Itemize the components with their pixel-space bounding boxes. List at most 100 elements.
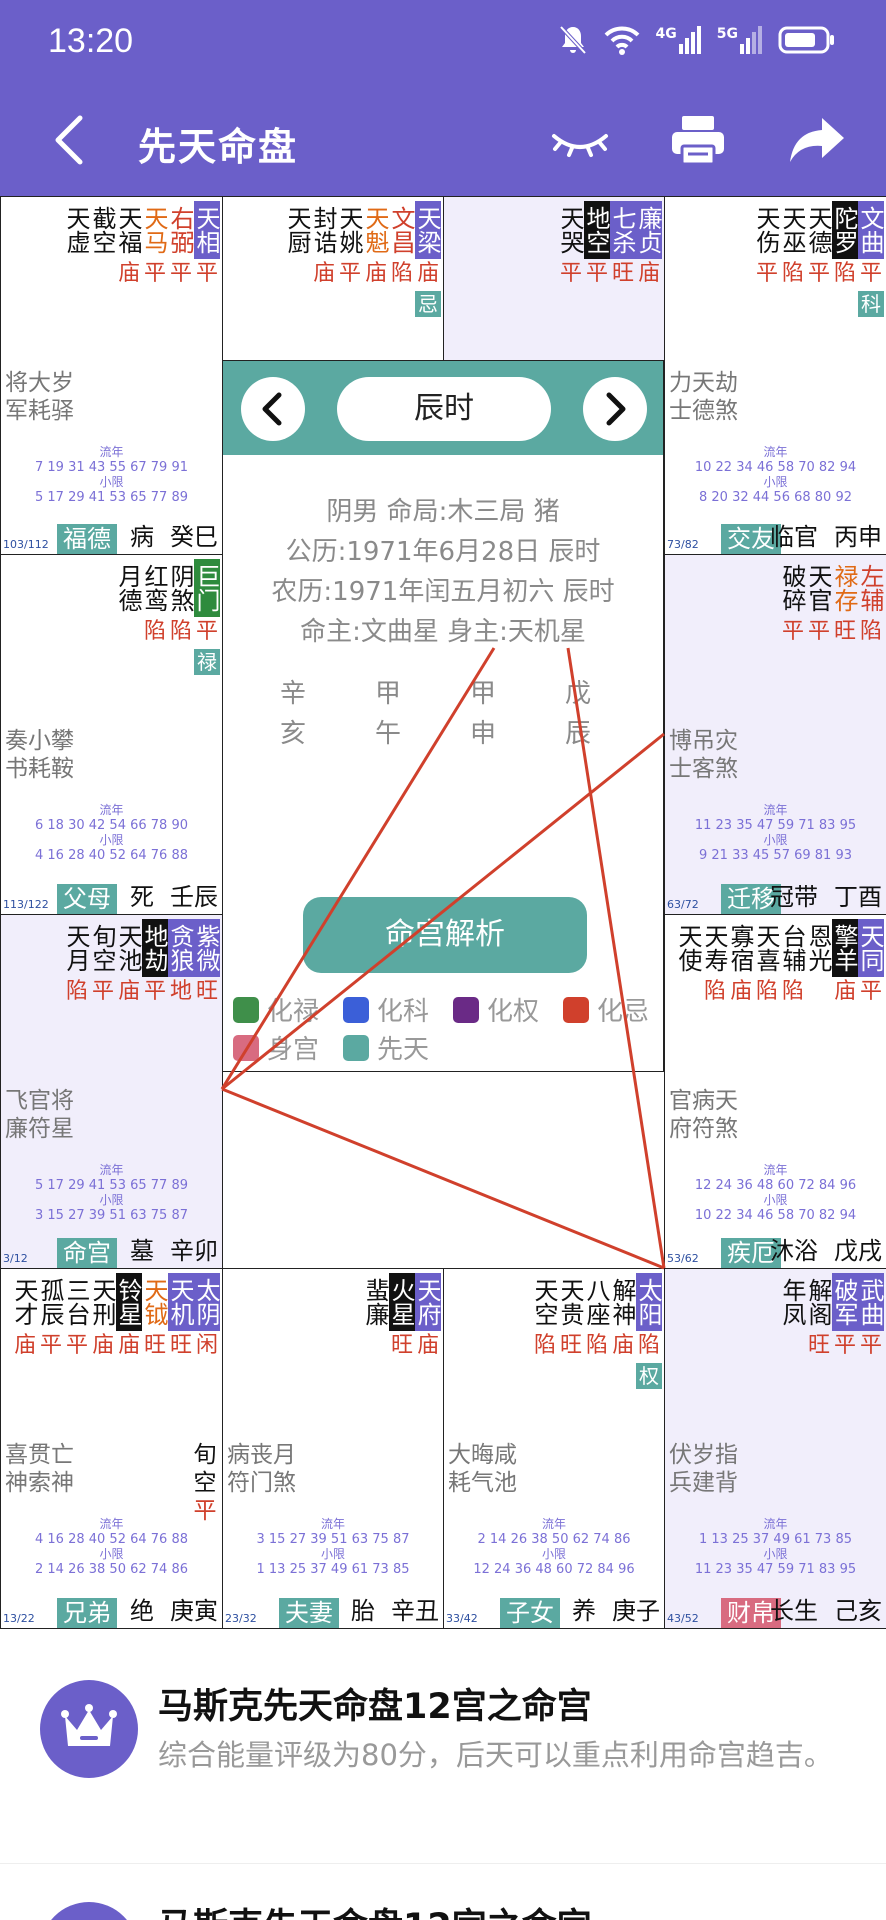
palace-zi[interactable]: 太阳陷权解神庙八座陷天贵旺天空陷大晦咸 耗气池 流年 2 14 26 38 50 62…	[443, 1268, 665, 1629]
palace-name[interactable]: 福德	[57, 524, 117, 554]
xiaoxian-label: 小限	[763, 475, 788, 489]
back-arrow-icon[interactable]	[46, 112, 96, 168]
star-brightness: 陷	[781, 979, 804, 1004]
star-brightness: 旺	[169, 1333, 192, 1358]
liunian: 12 24 36 48 60 72 84 96	[694, 1178, 857, 1193]
xiaoxian-label: 小限	[763, 1193, 788, 1207]
star-list: 天同平擎羊庙恩光 台辅陷天喜陷寡宿庙天寿陷天使	[674, 919, 884, 1007]
xiaoxian-label: 小限	[99, 833, 124, 847]
hour-label[interactable]: 辰时	[337, 377, 551, 441]
liunian-label: 流年	[99, 445, 124, 459]
share-icon[interactable]	[784, 112, 848, 168]
liunian-label: 流年	[763, 1517, 788, 1531]
liunian-block: 流年 7 19 31 43 55 67 79 91 小限 5 17 29 41 53 …	[1, 445, 222, 505]
age-range: 3/12	[3, 1252, 28, 1265]
star-brightness: 庙	[416, 261, 439, 286]
star-brightness: 陷	[833, 261, 856, 286]
xiaoxian-label: 小限	[763, 1547, 788, 1561]
xun-kong-mark: 旬空平	[192, 1441, 218, 1525]
card-title: 马斯克先天命盘12宫之命宫	[158, 1687, 592, 1727]
liunian: 10 22 34 46 58 70 82 94	[694, 460, 857, 475]
star: 天府庙	[413, 1273, 441, 1361]
liunian: 11 23 35 47 59 71 83 95	[694, 818, 857, 833]
palace-footer: 113/122 父母死壬辰	[1, 883, 222, 914]
god-line: 博吊灾	[669, 728, 738, 754]
palace-name[interactable]: 命宫	[57, 1238, 117, 1268]
star-brightness: 平	[859, 261, 882, 286]
god-line: 符门煞	[227, 1470, 296, 1496]
palace-ganzhi: 丁酉	[834, 883, 882, 911]
star-brightness: 地	[169, 979, 192, 1004]
crown-badge	[40, 1680, 138, 1778]
legend-huaji: 化忌	[563, 991, 649, 1028]
legend-swatch	[233, 996, 259, 1023]
ming-shen-line: 命主:文曲星 身主:天机星	[300, 617, 586, 647]
star-brightness: 平	[65, 1333, 88, 1358]
chevron-left-icon	[262, 392, 282, 426]
star-transform-badge: 科	[858, 291, 884, 317]
xiaoxian: 12 24 36 48 60 72 84 96	[473, 1562, 635, 1577]
star: 文曲平科	[856, 201, 884, 317]
palace-ganzhi: 丙申	[834, 523, 882, 551]
star-brightness: 陷	[585, 1333, 608, 1358]
palace-analysis-button[interactable]: 命宫解析	[303, 897, 587, 973]
palace-si[interactable]: 天相平右弼平天马平天福庙截空 天虚 将大岁 军耗驿 流年 7 19 31 43 55 67…	[0, 196, 223, 555]
palace-mao[interactable]: 紫微旺贪狼地地劫平天池庙旬空平天月陷飞官将 廉符星 流年 5 17 29 41 53 …	[0, 914, 223, 1269]
palace-hai[interactable]: 武曲平破军平解阁旺年凤 伏岁指 兵建背 流年 1 13 25 37 49 61 73 8…	[664, 1268, 886, 1629]
god-line: 官病天	[669, 1088, 738, 1114]
changsheng-stage: 绝	[130, 1597, 154, 1625]
star-brightness: 陷	[390, 261, 413, 286]
card-description: 综合能量评级为80分，后天可以重点利用命宫趋吉。	[158, 1738, 833, 1772]
legend-swatch	[233, 1034, 259, 1061]
palace-chen[interactable]: 巨门平禄阴煞陷红鸾陷月德 奏小攀 书耗鞍 流年 6 18 30 42 54 66 78 …	[0, 554, 223, 915]
god-line: 大晦咸	[448, 1442, 517, 1468]
palace-xu[interactable]: 天同平擎羊庙恩光 台辅陷天喜陷寡宿庙天寿陷天使 官病天 府符煞 流年 12 24 36 4…	[664, 914, 886, 1269]
liunian-block: 流年 3 15 27 39 51 63 75 87 小限 1 13 25 37 49 …	[223, 1517, 443, 1577]
changsheng-stage: 墓	[130, 1237, 154, 1265]
second-card-title: 马斯克先天命盘12宫之命宫	[158, 1898, 592, 1920]
printer-icon[interactable]	[666, 112, 730, 168]
palace-ganzhi: 庚子	[612, 1597, 660, 1625]
prev-hour-button[interactable]	[241, 377, 305, 441]
palace-gods: 官病天 府符煞	[669, 1087, 738, 1143]
palace-name[interactable]: 父母	[57, 884, 117, 914]
battery-icon	[778, 26, 834, 54]
palace-name[interactable]: 兄弟	[57, 1598, 117, 1628]
palace-shen[interactable]: 文曲平科陀罗陷天德平天巫陷天伤平力天劫 士德煞 流年 10 22 34 46 58 7…	[664, 196, 886, 555]
hour-selector: 辰时	[223, 361, 663, 455]
age-range: 73/82	[667, 538, 699, 551]
star-brightness: 平	[39, 1333, 62, 1358]
star-brightness: 旺	[833, 619, 856, 644]
palace-ganzhi: 辛丑	[391, 1597, 439, 1625]
eye-closed-icon[interactable]	[548, 112, 612, 168]
palace-you[interactable]: 左辅陷禄存旺天官平破碎平博吊灾 士客煞 流年 11 23 35 47 59 71 83…	[664, 554, 886, 915]
page-title: 先天命盘	[138, 125, 299, 169]
god-line: 士德煞	[669, 398, 738, 424]
next-hour-button[interactable]	[583, 377, 647, 441]
liunian-block: 流年 5 17 29 41 53 65 77 89 小限 3 15 27 39 51 …	[1, 1163, 222, 1223]
palace-name[interactable]: 夫妻	[279, 1598, 339, 1628]
age-range: 33/42	[446, 1612, 478, 1625]
chart-center-panel: 辰时 阴男 命局:木三局 猪 公历:1971年6月28日 辰时 农历:1971年…	[222, 360, 664, 1072]
star-brightness: 平	[338, 261, 361, 286]
star-list: 文曲平科陀罗陷天德平天巫陷天伤平	[752, 201, 884, 317]
star-brightness: 庙	[729, 979, 752, 1004]
palace-footer: 33/42 子女养庚子	[444, 1597, 664, 1628]
palace-chou[interactable]: 天府庙火星旺蜚廉 病丧月 符门煞 流年 3 15 27 39 51 63 75 87 小限…	[222, 1268, 444, 1629]
star-brightness: 庙	[833, 979, 856, 1004]
star-brightness: 陷	[637, 1333, 660, 1358]
star-brightness: 平	[143, 261, 166, 286]
god-line: 飞官将	[5, 1088, 74, 1114]
palace-name[interactable]: 子女	[500, 1598, 560, 1628]
star-brightness: 旺	[143, 1333, 166, 1358]
palace-yin[interactable]: 太阴闲天机旺天钺旺铃星庙天刑庙三台平孤辰平天才庙喜贯亡 神索神旬空平流年 4 16 …	[0, 1268, 223, 1629]
star-brightness: 旺	[195, 979, 218, 1004]
app-header: 13:20 4G 5G 先天命盘	[0, 0, 886, 196]
palace-ganzhi: 己亥	[834, 1597, 882, 1625]
palace-footer: 63/72 迁移 冠带 丁酉	[665, 883, 886, 914]
gan-hour: 戊	[564, 679, 591, 709]
god-line: 力天劫	[669, 370, 738, 396]
status-icons: 4G 5G	[558, 24, 836, 56]
star-brightness: 旺	[390, 1333, 413, 1358]
legend-huake: 化科	[343, 991, 429, 1028]
